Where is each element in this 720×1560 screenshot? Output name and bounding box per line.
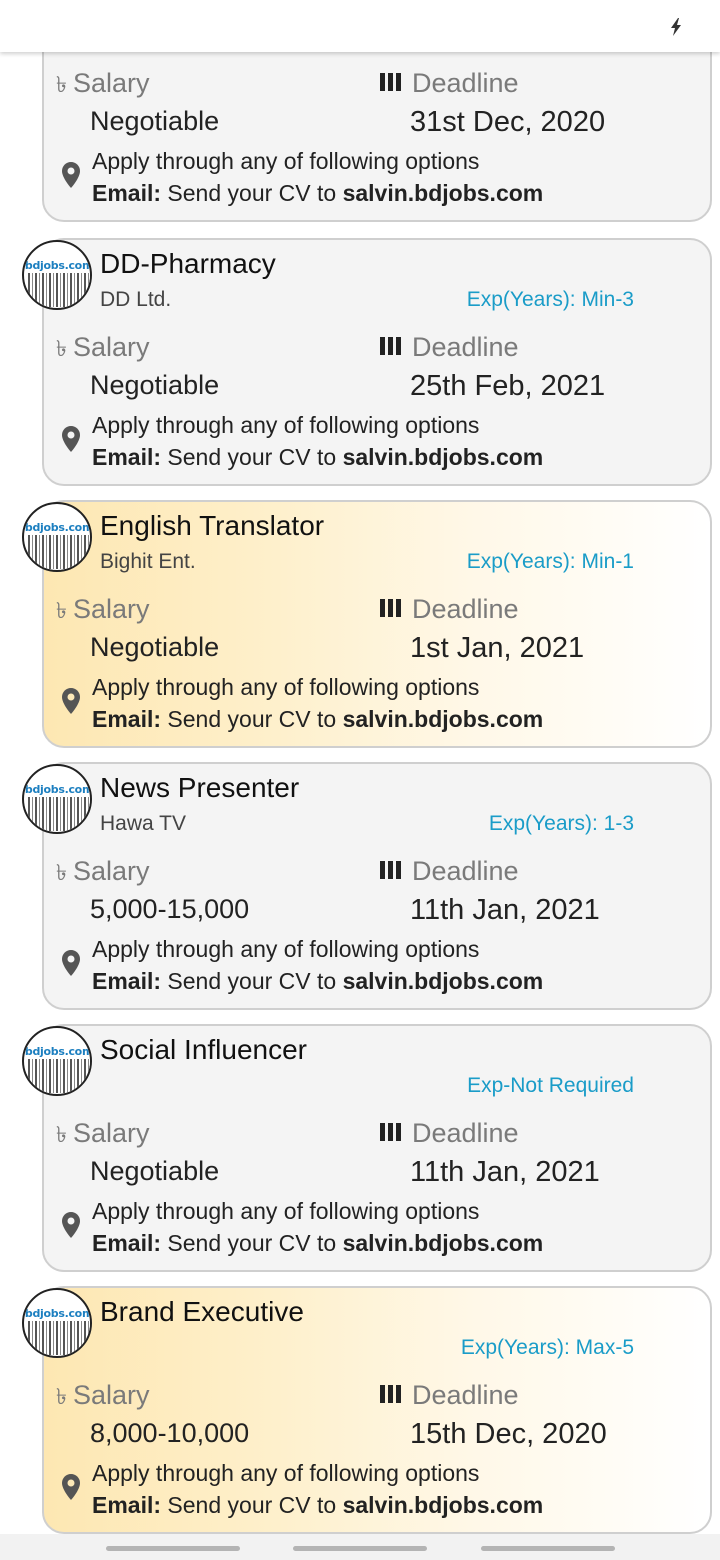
calendar-bars-icon [380, 598, 401, 617]
email-line: Email: Send your CV to salvin.bdjobs.com [92, 706, 544, 732]
email-link[interactable]: salvin.bdjobs.com [343, 1492, 544, 1518]
salary-value: Negotiable [90, 106, 220, 136]
deadline-value: 11th Jan, 2021 [410, 894, 600, 926]
apply-text: Apply through any of following options [92, 936, 480, 962]
job-title: English Translator [100, 510, 325, 541]
company-name: DD Ltd. [100, 288, 172, 311]
salary-value: Negotiable [90, 632, 220, 662]
bottom-nav-strip [0, 1534, 720, 1560]
company-logo: bdjobs.com [22, 240, 92, 310]
job-card[interactable]: bdjobs.com Social Influencer Exp-Not Req… [22, 1024, 712, 1272]
apply-text: Apply through any of following options [92, 412, 480, 438]
nav-pill[interactable] [293, 1546, 427, 1551]
salary-label: ৳ Salary [56, 856, 150, 886]
email-link[interactable]: salvin.bdjobs.com [343, 180, 544, 206]
apply-text: Apply through any of following options [92, 148, 480, 174]
deadline-label: Deadline [380, 1118, 519, 1149]
salary-label: ৳ Salary [56, 594, 150, 624]
deadline-value: 25th Feb, 2021 [410, 370, 606, 402]
deadline-value: 11th Jan, 2021 [410, 1156, 600, 1188]
job-title: News Presenter [100, 772, 300, 803]
salary-label: ৳ Salary [56, 332, 150, 362]
deadline-value: 15th Dec, 2020 [410, 1418, 607, 1450]
location-pin-icon [62, 1474, 80, 1500]
salary-value: Negotiable [90, 1156, 220, 1186]
job-title: DD-Pharmacy [100, 248, 276, 279]
email-link[interactable]: salvin.bdjobs.com [343, 968, 544, 994]
salary-value: 8,000-10,000 [90, 1418, 250, 1448]
job-title: Brand Executive [100, 1296, 304, 1327]
salary-value: 5,000-15,000 [90, 894, 250, 924]
company-name: Bighit Ent. [100, 550, 196, 573]
email-line: Email: Send your CV to salvin.bdjobs.com [92, 1230, 544, 1256]
calendar-bars-icon [380, 1122, 401, 1141]
calendar-bars-icon [380, 860, 401, 879]
nav-pill[interactable] [481, 1546, 615, 1551]
email-line: Email: Send your CV to salvin.bdjobs.com [92, 968, 544, 994]
job-card-featured[interactable]: bdjobs.com English Translator Bighit Ent… [22, 500, 712, 748]
deadline-label: Deadline [380, 1380, 519, 1411]
location-pin-icon [62, 688, 80, 714]
taka-icon: ৳ [56, 73, 67, 98]
salary-label: ৳ Salary [56, 1118, 150, 1148]
company-logo: bdjobs.com [22, 764, 92, 834]
experience-label: Exp(Years): 1-3 [488, 812, 634, 835]
email-line: Email: Send your CV to salvin.bdjobs.com [92, 180, 544, 206]
location-pin-icon [62, 162, 80, 188]
email-link[interactable]: salvin.bdjobs.com [343, 444, 544, 470]
status-bar [0, 0, 720, 52]
calendar-bars-icon [380, 336, 401, 355]
deadline-label: Deadline [380, 856, 519, 887]
bolt-icon [671, 18, 681, 36]
company-logo: bdjobs.com [22, 502, 92, 572]
job-card[interactable]: bdjobs.com News Presenter Hawa TV Exp(Ye… [22, 762, 712, 1010]
experience-label: Exp-Not Required [467, 1074, 634, 1097]
deadline-value: 31st Dec, 2020 [410, 106, 606, 138]
experience-label: Exp(Years): Max-5 [460, 1336, 634, 1359]
job-title: Social Influencer [100, 1034, 308, 1065]
email-line: Email: Send your CV to salvin.bdjobs.com [92, 444, 544, 470]
deadline-label: Deadline [380, 594, 519, 625]
deadline-value: 1st Jan, 2021 [410, 632, 585, 664]
nav-pill[interactable] [106, 1546, 240, 1551]
email-line: Email: Send your CV to salvin.bdjobs.com [92, 1492, 544, 1518]
experience-label: Exp(Years): Min-1 [466, 550, 634, 573]
location-pin-icon [62, 950, 80, 976]
apply-text: Apply through any of following options [92, 1460, 480, 1486]
salary-label: ৳ Salary [56, 1380, 150, 1410]
taka-icon: ৳ [56, 861, 67, 886]
location-pin-icon [62, 426, 80, 452]
job-list: ৳ Salary Negotiable Deadline 31st Dec, 20… [0, 0, 720, 1560]
job-card-featured[interactable]: bdjobs.com Brand Executive Exp(Years): M… [22, 1286, 712, 1534]
taka-icon: ৳ [56, 1123, 67, 1148]
email-link[interactable]: salvin.bdjobs.com [343, 1230, 544, 1256]
apply-text: Apply through any of following options [92, 674, 480, 700]
salary-label: ৳ Salary [56, 68, 150, 98]
calendar-bars-icon [380, 72, 401, 91]
calendar-bars-icon [380, 1384, 401, 1403]
salary-value: Negotiable [90, 370, 220, 400]
company-logo: bdjobs.com [22, 1026, 92, 1096]
company-logo: bdjobs.com [22, 1288, 92, 1358]
job-card[interactable]: bdjobs.com DD-Pharmacy DD Ltd. Exp(Years… [22, 238, 712, 486]
apply-text: Apply through any of following options [92, 1198, 480, 1224]
email-link[interactable]: salvin.bdjobs.com [343, 706, 544, 732]
taka-icon: ৳ [56, 337, 67, 362]
experience-label: Exp(Years): Min-3 [466, 288, 634, 311]
taka-icon: ৳ [56, 599, 67, 624]
taka-icon: ৳ [56, 1385, 67, 1410]
deadline-label: Deadline [380, 332, 519, 363]
location-pin-icon [62, 1212, 80, 1238]
company-name: Hawa TV [100, 812, 186, 835]
deadline-label: Deadline [380, 68, 519, 99]
